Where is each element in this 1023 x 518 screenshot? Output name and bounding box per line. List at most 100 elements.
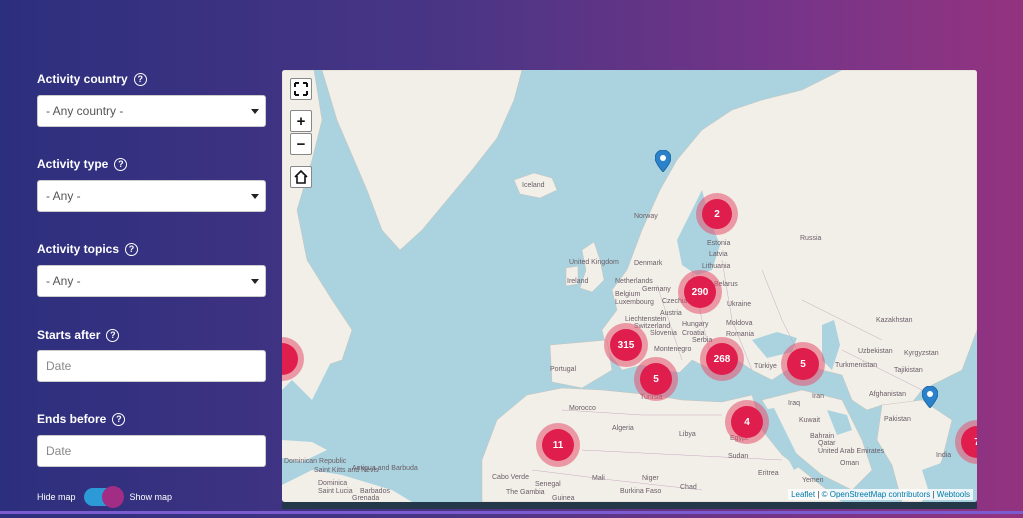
place-label: Eritrea <box>758 470 779 477</box>
place-label: Türkiye <box>754 363 777 370</box>
place-label: Estonia <box>707 240 731 247</box>
place-label: Barbados <box>360 488 390 495</box>
activity-topics-field: Activity topics ? - Any - <box>37 242 267 297</box>
map-cluster[interactable]: 315 <box>604 323 648 367</box>
place-label: Afghanistan <box>869 391 906 398</box>
activity-country-select[interactable]: - Any country - <box>37 95 266 127</box>
chevron-down-icon <box>251 109 259 114</box>
place-label: Libya <box>679 431 696 438</box>
map-toggle-switch[interactable] <box>83 486 124 508</box>
place-label: Romania <box>726 331 755 338</box>
osm-link[interactable]: © OpenStreetMap contributors <box>822 490 931 499</box>
activity-topics-select[interactable]: - Any - <box>37 265 266 297</box>
starts-after-date-input[interactable]: Date <box>37 350 266 382</box>
hide-map-label: Hide map <box>37 492 76 502</box>
place-label: United Kingdom <box>569 259 619 266</box>
place-label: Cabo Verde <box>492 474 529 481</box>
zoom-out-button[interactable]: − <box>290 133 312 155</box>
place-label: Liechtenstein <box>625 316 667 323</box>
map-cluster[interactable]: 5 <box>781 342 825 386</box>
place-label: Pakistan <box>884 416 911 423</box>
fullscreen-icon <box>294 82 308 96</box>
place-label: Iceland <box>522 182 545 189</box>
map-cluster[interactable]: 11 <box>536 423 580 467</box>
ends-before-field: Ends before ? Date <box>37 412 267 467</box>
place-label: Croatia <box>682 330 705 337</box>
toggle-knob <box>101 486 124 508</box>
ends-before-label: Ends before <box>37 412 107 426</box>
activity-country-label: Activity country <box>37 72 128 86</box>
place-label: Dominican Republic <box>284 458 347 465</box>
starts-after-label: Starts after <box>37 328 101 342</box>
place-label: Iraq <box>788 400 801 407</box>
place-label: Guinea <box>552 495 575 502</box>
activity-topics-label: Activity topics <box>37 242 120 256</box>
place-label: Hungary <box>682 321 709 328</box>
place-label: Senegal <box>535 481 561 488</box>
place-label: Niger <box>642 475 659 482</box>
help-icon[interactable]: ? <box>112 412 126 426</box>
place-label: Kazakhstan <box>876 317 913 324</box>
place-label: Norway <box>634 213 658 220</box>
place-label: Oman <box>840 460 860 467</box>
map-cluster[interactable]: 268 <box>700 337 744 381</box>
leaflet-link[interactable]: Leaflet <box>791 490 815 499</box>
place-label: Dominica <box>318 480 348 487</box>
map-marker-icon[interactable] <box>655 150 671 172</box>
place-label: Kyrgyzstan <box>904 350 939 357</box>
place-label: Qatar <box>818 440 836 447</box>
map-marker-icon[interactable] <box>922 386 938 408</box>
place-label: Turkmenistan <box>835 362 878 369</box>
help-icon[interactable]: ? <box>114 157 128 171</box>
fullscreen-button[interactable] <box>290 78 312 100</box>
place-label: India <box>936 452 952 459</box>
activity-type-label: Activity type <box>37 157 109 171</box>
place-label: Montenegro <box>654 346 692 353</box>
place-label: Algeria <box>612 425 634 432</box>
activity-type-field: Activity type ? - Any - <box>37 157 267 212</box>
place-label: Moldova <box>726 320 753 327</box>
map-bottom-bar <box>282 502 977 509</box>
place-label: Yemen <box>802 477 824 484</box>
help-icon[interactable]: ? <box>106 328 120 342</box>
place-label: Saint Lucia <box>318 488 353 495</box>
place-label: Latvia <box>709 251 728 258</box>
place-label: Denmark <box>634 260 663 267</box>
zoom-in-button[interactable]: + <box>290 110 312 132</box>
place-label: Uzbekistan <box>858 348 893 355</box>
webtools-link[interactable]: Webtools <box>937 490 970 499</box>
place-label: Grenada <box>352 495 380 502</box>
chevron-down-icon <box>251 194 259 199</box>
map[interactable]: + − Iceland Norway Estonia Latvia Lithua… <box>282 70 977 502</box>
map-cluster[interactable]: 2 <box>696 193 738 235</box>
activity-type-select[interactable]: - Any - <box>37 180 266 212</box>
place-label: Germany <box>642 286 671 293</box>
map-attribution: Leaflet | © OpenStreetMap contributors |… <box>788 489 973 500</box>
place-label: Tajikistan <box>894 367 923 374</box>
map-cluster[interactable]: 4 <box>725 400 769 444</box>
ends-before-date-input[interactable]: Date <box>37 435 266 467</box>
place-label: Kuwait <box>799 417 821 424</box>
place-label: Antigua and Barbuda <box>352 465 418 472</box>
map-toggle-row: Hide map Show map <box>37 486 172 508</box>
place-label: United Arab Emirates <box>818 448 885 455</box>
place-label: Lithuania <box>702 263 731 270</box>
chevron-down-icon <box>251 279 259 284</box>
place-label: Portugal <box>550 366 577 373</box>
map-cluster[interactable]: 5 <box>634 357 678 401</box>
help-icon[interactable]: ? <box>125 242 139 256</box>
place-label: Chad <box>680 484 697 491</box>
place-label: Iran <box>812 393 825 400</box>
place-label: Morocco <box>569 405 596 412</box>
place-label: Ireland <box>567 278 589 285</box>
place-label: Sudan <box>728 453 749 460</box>
home-button[interactable] <box>290 166 312 188</box>
map-cluster[interactable]: 290 <box>678 270 722 314</box>
place-label: Netherlands <box>615 278 653 285</box>
place-label: Burkina Faso <box>620 488 662 495</box>
place-label: Ukraine <box>727 301 752 308</box>
place-label: Russia <box>800 235 822 242</box>
home-icon <box>294 169 308 184</box>
place-label: Bahrain <box>810 433 835 440</box>
help-icon[interactable]: ? <box>133 72 147 86</box>
